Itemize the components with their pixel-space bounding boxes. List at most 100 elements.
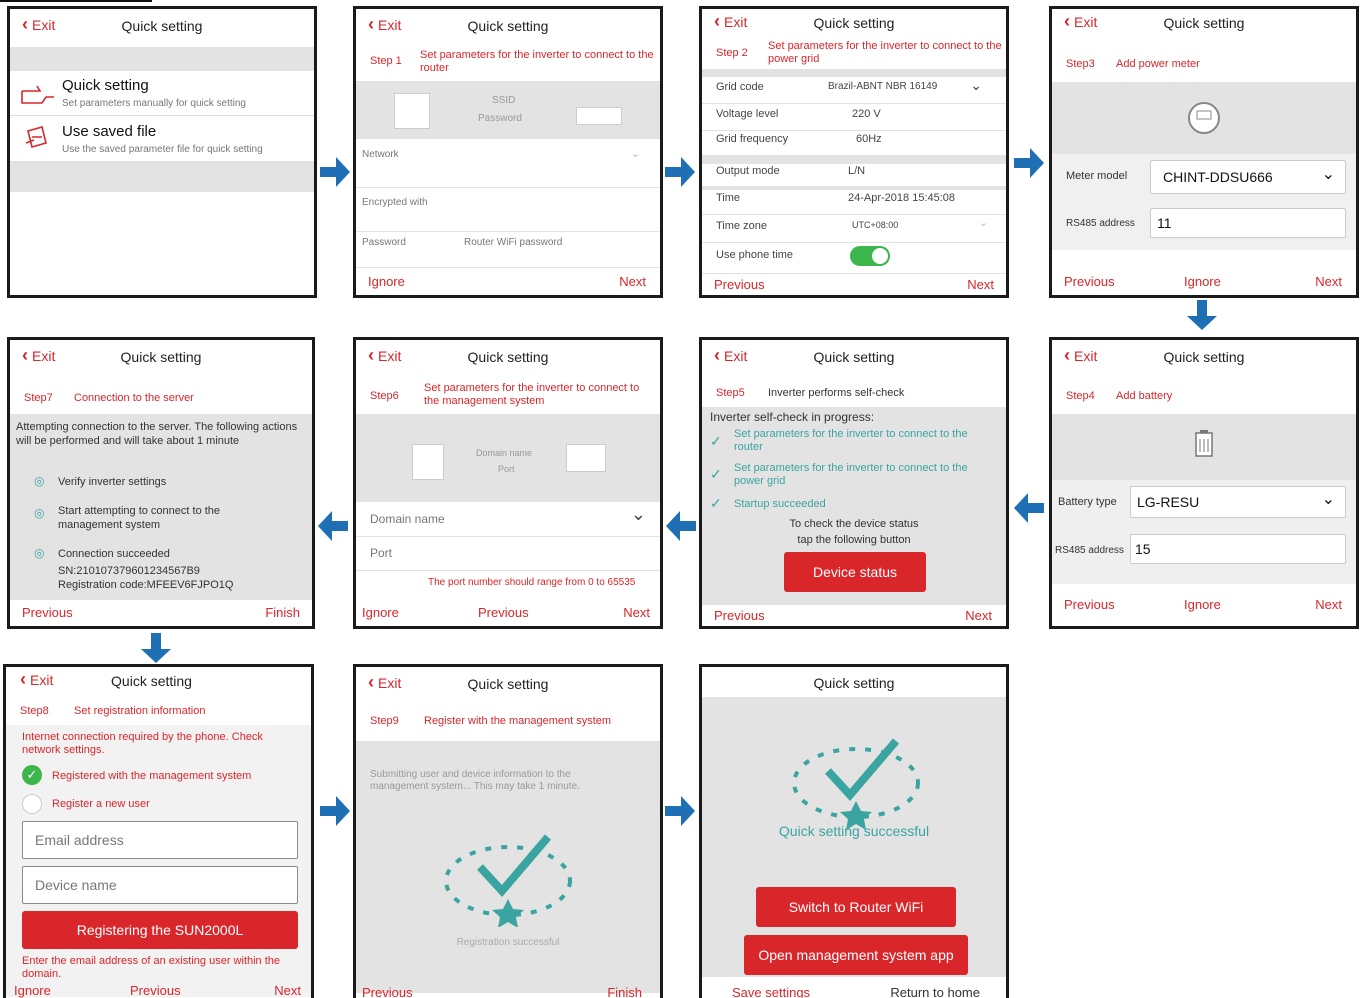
meter-model-select[interactable]: CHINT-DDSU666 ⌄ [1150, 160, 1346, 194]
voltage-row[interactable]: Voltage level 220 V [702, 108, 1006, 131]
password-label: Password [362, 237, 406, 248]
chevron-down-icon: ⌄ [970, 77, 982, 93]
inverter-icon [394, 93, 430, 129]
row-label: Use phone time [716, 249, 794, 261]
row-value: 220 V [852, 108, 881, 120]
save-settings-button[interactable]: Save settings [732, 985, 810, 998]
header: Quick setting [702, 667, 1006, 701]
next-button[interactable]: Next [274, 983, 301, 998]
option-subtitle: Set parameters manually for quick settin… [62, 98, 246, 109]
step-description: Set parameters for the inverter to conne… [420, 49, 654, 74]
header: ‹ Exit Quick setting [10, 340, 312, 374]
previous-button[interactable]: Previous [714, 277, 765, 292]
step-label: Step7 [24, 392, 53, 404]
network-label: Network [362, 149, 399, 160]
previous-button[interactable]: Previous [1064, 274, 1115, 289]
domain-input[interactable]: Domain name [370, 512, 445, 526]
previous-button[interactable]: Previous [714, 608, 765, 623]
device-status-button[interactable]: Device status [784, 552, 926, 592]
rs485-input[interactable]: 11 [1150, 208, 1346, 238]
battery-diagram [1052, 414, 1356, 480]
option-title: Use saved file [62, 123, 157, 140]
ignore-button[interactable]: Ignore [362, 605, 399, 620]
next-button[interactable]: Next [1315, 274, 1342, 289]
frequency-row[interactable]: Grid frequency 60Hz [702, 133, 1006, 156]
next-button[interactable]: Next [619, 274, 646, 289]
row-label: Time zone [716, 220, 767, 232]
network-row[interactable]: Network ⌄ [356, 148, 660, 188]
time-row[interactable]: Time 24-Apr-2018 15:45:08 [702, 192, 1006, 215]
step-description: Register with the management system [424, 715, 612, 727]
finish-button[interactable]: Finish [607, 985, 642, 998]
port-input[interactable]: Port [370, 546, 392, 560]
router-icon [576, 107, 622, 125]
step-label: Step9 [370, 715, 399, 727]
rs485-value: 11 [1157, 215, 1172, 231]
meter-form: Meter model CHINT-DDSU666 ⌄ RS485 address… [1052, 154, 1356, 250]
switch-router-wifi-button[interactable]: Switch to Router WiFi [756, 887, 956, 927]
row-value: UTC+08:00 [852, 220, 899, 230]
previous-button[interactable]: Previous [22, 605, 73, 620]
finish-button[interactable]: Finish [265, 605, 300, 620]
page-title: Quick setting [813, 349, 895, 365]
step-label: Step5 [716, 387, 745, 399]
step-item: Start attempting to connect to the manag… [58, 505, 221, 531]
screen-step2-grid: ‹ Exit Quick setting Step 2 Set parameter… [699, 6, 1009, 298]
domain-row[interactable]: Domain name ⌄ [356, 504, 660, 537]
email-placeholder: Email address [35, 832, 124, 848]
rs485-label: RS485 address [1066, 218, 1135, 229]
next-button[interactable]: Next [965, 608, 992, 623]
battery-type-select[interactable]: LG-RESU ⌄ [1130, 486, 1346, 518]
step-item: Connection succeeded [58, 548, 170, 560]
ignore-button[interactable]: Ignore [368, 274, 405, 289]
check-item: Set parameters for the inverter to conne… [734, 428, 968, 453]
previous-button[interactable]: Previous [1064, 597, 1115, 612]
next-button[interactable]: Next [623, 605, 650, 620]
password-row[interactable]: Password Router WiFi password [356, 237, 660, 268]
use-phone-time-toggle[interactable] [850, 246, 890, 266]
screen-step5-self-check: ‹ Exit Quick setting Step5 Inverter perfo… [699, 337, 1009, 629]
ignore-button[interactable]: Ignore [14, 983, 51, 998]
ignore-button[interactable]: Ignore [1184, 274, 1221, 289]
time-zone-row[interactable]: Time zone UTC+08:00 ⌄ [702, 217, 1006, 243]
register-button[interactable]: Registering the SUN2000L [22, 911, 298, 949]
device-name-field[interactable]: Device name [22, 866, 298, 904]
screen-step1-router: ‹ Exit Quick setting Step 1 Set parameter… [353, 6, 663, 298]
step-description: Inverter performs self-check [768, 387, 905, 399]
ignore-button[interactable]: Ignore [1184, 597, 1221, 612]
option-title: Quick setting [62, 77, 149, 94]
serial-number: SN:210107379601234567B9 [58, 565, 200, 577]
register-new-radio[interactable] [22, 794, 42, 814]
output-mode-row[interactable]: Output mode L/N [702, 165, 1006, 188]
domain-caption: Domain name [476, 448, 533, 458]
power-meter-icon [1188, 102, 1220, 134]
registration-code: Registration code:MFEEV6FJPO1Q [58, 579, 234, 591]
previous-button[interactable]: Previous [478, 605, 529, 620]
page-title: Quick setting [813, 675, 895, 691]
grid-code-row[interactable]: Grid code Brazil-ABNT NBR 16149 ⌄ [702, 77, 1006, 104]
arrow-right-icon [320, 157, 350, 187]
row-value: Brazil-ABNT NBR 16149 [828, 81, 938, 92]
registration-success-text: Registration successful [456, 937, 560, 948]
option-quick-setting[interactable]: Quick setting Set parameters manually fo… [10, 71, 314, 116]
check-instruction: tap the following button [797, 534, 911, 546]
return-home-button[interactable]: Return to home [890, 985, 980, 998]
registered-radio[interactable]: ✓ [22, 765, 42, 785]
open-management-app-button[interactable]: Open management system app [744, 935, 968, 975]
page-title: Quick setting [467, 18, 549, 34]
next-button[interactable]: Next [967, 277, 994, 292]
encrypted-row[interactable]: Encrypted with [356, 197, 660, 232]
previous-button[interactable]: Previous [362, 985, 413, 998]
password-input[interactable]: Router WiFi password [464, 237, 562, 248]
rs485-value: 15 [1135, 541, 1151, 557]
rs485-input[interactable]: 15 [1130, 534, 1346, 564]
option-use-saved-file[interactable]: Use saved file Use the saved parameter f… [10, 117, 314, 162]
previous-button[interactable]: Previous [130, 983, 181, 998]
step-description: Set parameters for the inverter to conne… [768, 40, 1002, 65]
next-button[interactable]: Next [1315, 597, 1342, 612]
port-row[interactable]: Port [356, 540, 660, 571]
spacer [10, 47, 314, 71]
device-name-placeholder: Device name [35, 877, 117, 893]
arrow-right-icon [665, 796, 695, 826]
email-field[interactable]: Email address [22, 821, 298, 859]
